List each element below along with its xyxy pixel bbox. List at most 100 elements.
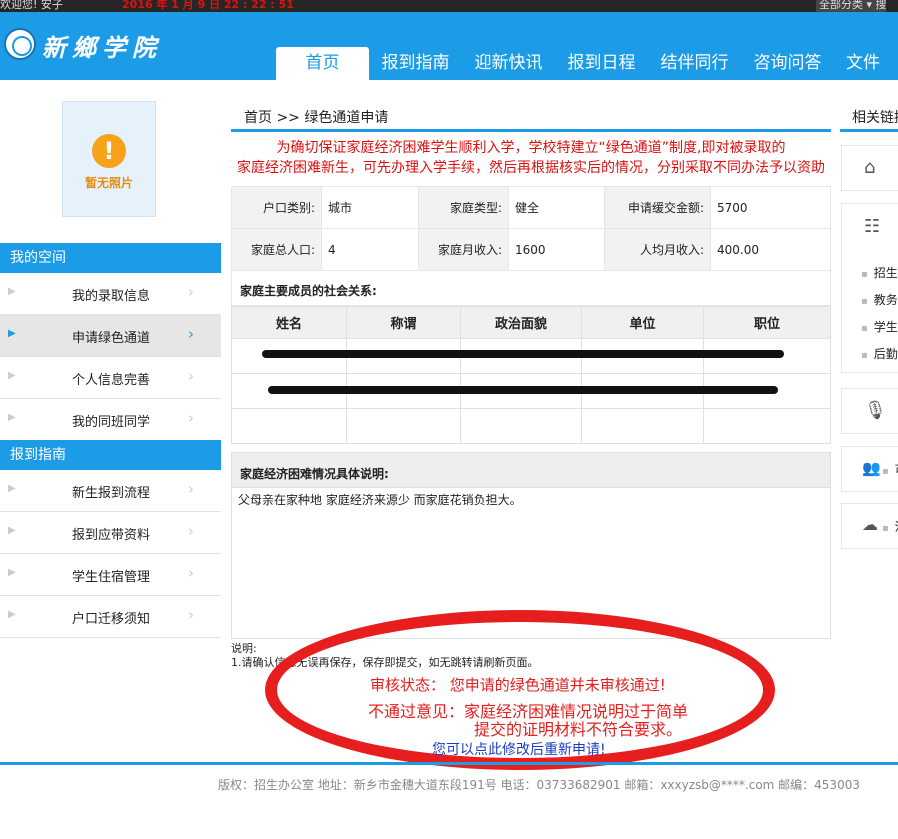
home-icon: ⌂ <box>864 157 876 178</box>
chevron-right-icon: › <box>188 606 194 624</box>
sidebar-item-personal-info[interactable]: ▶ 个人信息完善 › <box>0 357 221 399</box>
sidebar-item-green-channel[interactable]: ▶ 申请绿色通道 › <box>0 315 221 357</box>
sidebar-item-label: 学生住宿管理 <box>72 570 151 585</box>
family-info-table: 户口类别: 城市 家庭类型: 健全 申请缓交金额: 5700 家庭总人口: 4 … <box>231 186 831 271</box>
relations-table: 姓名 称谓 政治面貌 单位 职位 <box>231 306 831 444</box>
main-nav: 首页 报到指南 迎新快讯 报到日程 结伴同行 咨询问答 文件下 <box>276 47 894 106</box>
related-link[interactable]: 招生 <box>861 264 898 281</box>
welcome-text: 欢迎您! 安子 <box>0 0 63 11</box>
sidebar-item-label: 报到应带资料 <box>72 528 151 543</box>
sitemap-icon: ☷ <box>864 216 881 237</box>
nav-tab-guide[interactable]: 报到指南 <box>369 47 462 80</box>
per-capita-income-value: 400.00 <box>710 228 831 271</box>
school-emblem-icon <box>4 28 36 60</box>
chevron-right-icon: › <box>188 480 194 498</box>
deferred-amount-label: 申请缓交金额: <box>604 186 711 229</box>
nav-tab-files[interactable]: 文件下 <box>834 47 894 106</box>
per-capita-income-label: 人均月收入: <box>604 228 711 271</box>
sidebar-item-admission-info[interactable]: ▶ 我的录取信息 › <box>0 273 221 315</box>
policy-notice: 为确切保证家庭经济困难学生顺利入学，学校特建立“绿色通道”制度,即对被录取的 家… <box>231 138 831 178</box>
nav-tab-qa[interactable]: 咨询问答 <box>741 47 834 80</box>
col-header-name: 姓名 <box>231 306 347 339</box>
relations-title: 家庭主要成员的社会关系: <box>231 270 831 306</box>
school-name: 新鄉学院 <box>42 33 162 62</box>
triangle-right-icon: ▶ <box>8 370 16 381</box>
triangle-right-icon: ▶ <box>8 328 16 339</box>
family-members-value: 4 <box>321 228 419 271</box>
difficulty-title: 家庭经济困难情况具体说明: <box>231 452 831 488</box>
col-header-political: 政治面貌 <box>460 306 582 339</box>
col-header-employer: 单位 <box>581 306 704 339</box>
redaction-bar <box>262 350 784 358</box>
triangle-right-icon: ▶ <box>8 286 16 297</box>
related-links-title: 相关链接 <box>852 110 898 126</box>
related-links-underline <box>840 129 898 132</box>
breadcrumb: 首页 >> 绿色通道申请 <box>244 110 389 126</box>
people-label: 可 <box>882 461 898 478</box>
nav-tab-news[interactable]: 迎新快讯 <box>462 47 555 80</box>
datetime-text: 2016 年 1 月 9 日 22 : 22 : 51 <box>122 0 294 11</box>
nav-tab-companion[interactable]: 结伴同行 <box>648 47 741 80</box>
category-dropdown-label: 全部分类 ▾ 搜 <box>819 0 887 11</box>
chevron-right-icon: › <box>188 367 194 385</box>
sidebar-item-label: 户口迁移须知 <box>72 612 151 627</box>
photo-caption: 暂无照片 <box>84 176 133 190</box>
weather-icon: ☁ <box>862 515 878 534</box>
family-members-label: 家庭总人口: <box>231 228 322 271</box>
chevron-right-icon: › <box>188 409 194 427</box>
sidebar-item-process[interactable]: ▶ 新生报到流程 › <box>0 470 221 512</box>
voice-shortcut[interactable]: 🎙 <box>841 388 898 434</box>
monthly-income-label: 家庭月收入: <box>418 228 509 271</box>
deferred-amount-value: 5700 <box>710 186 831 229</box>
sidebar-item-label: 我的录取信息 <box>72 289 151 304</box>
sidebar-item-hukou[interactable]: ▶ 户口迁移须知 › <box>0 596 221 638</box>
weather-shortcut[interactable]: ☁ 河 <box>841 503 898 549</box>
chevron-right-icon: › <box>188 522 194 540</box>
related-link[interactable]: 教务 <box>861 291 898 308</box>
related-link[interactable]: 后勤 <box>861 345 898 362</box>
nav-tab-schedule[interactable]: 报到日程 <box>555 47 648 80</box>
microphone-icon: 🎙 <box>864 400 887 421</box>
reapply-hint: 您可以点此修改后重新申请! <box>432 739 606 759</box>
notice-line: 家庭经济困难新生，可先办理入学手续，然后再根据核实后的情况，分别采取不同办法予以… <box>237 160 825 176</box>
chevron-right-icon: › <box>188 564 194 582</box>
notice-line: 为确切保证家庭经济困难学生顺利入学，学校特建立“绿色通道”制度,即对被录取的 <box>276 140 786 156</box>
triangle-right-icon: ▶ <box>8 525 16 536</box>
sidebar-item-materials[interactable]: ▶ 报到应带资料 › <box>0 512 221 554</box>
triangle-right-icon: ▶ <box>8 567 16 578</box>
hukou-label: 户口类别: <box>231 186 322 229</box>
chevron-right-icon: › <box>188 283 194 301</box>
people-icon: 👥 <box>862 459 881 477</box>
footer-copyright: 版权：招生办公室 地址：新乡市金穗大道东段191号 电话：03733682901… <box>218 778 860 792</box>
sidebar-section-guide: 报到指南 <box>0 440 221 470</box>
weather-label: 河 <box>882 518 898 535</box>
exclamation-icon: ! <box>92 134 126 168</box>
school-logo[interactable]: 新鄉学院 <box>4 28 192 62</box>
review-status: 审核状态： 您申请的绿色通道并未审核通过! <box>370 676 666 694</box>
related-link[interactable]: 学生 <box>861 318 898 335</box>
sidebar-item-classmates[interactable]: ▶ 我的同班同学 › <box>0 399 221 441</box>
breadcrumb-underline <box>231 129 831 132</box>
sidebar-item-label: 我的同班同学 <box>72 415 151 430</box>
student-photo: ! 暂无照片 <box>62 101 156 217</box>
reapply-prefix: 您可以点 <box>432 742 488 758</box>
top-status-bar: 欢迎您! 安子 2016 年 1 月 9 日 22 : 22 : 51 全部分类… <box>0 0 898 12</box>
redaction-bar <box>268 386 778 394</box>
footer-divider <box>0 762 898 765</box>
triangle-right-icon: ▶ <box>8 483 16 494</box>
triangle-right-icon: ▶ <box>8 412 16 423</box>
chevron-right-icon: › <box>188 325 194 343</box>
sidebar-item-label: 申请绿色通道 <box>72 331 151 346</box>
col-header-title: 称谓 <box>346 306 461 339</box>
sidebar-item-housing[interactable]: ▶ 学生住宿管理 › <box>0 554 221 596</box>
family-type-value: 健全 <box>508 186 605 229</box>
people-shortcut[interactable]: 👥 可 <box>841 446 898 492</box>
reapply-suffix: 后重新申请! <box>530 742 606 758</box>
family-type-label: 家庭类型: <box>418 186 509 229</box>
sidebar-item-label: 新生报到流程 <box>72 486 151 501</box>
table-row <box>231 408 831 444</box>
nav-tab-home[interactable]: 首页 <box>276 47 369 80</box>
edit-link[interactable]: 此修改 <box>488 742 530 758</box>
rejection-reason-cont: 提交的证明材料不符合要求。 <box>474 720 683 739</box>
home-shortcut[interactable]: ⌂ <box>841 145 898 191</box>
